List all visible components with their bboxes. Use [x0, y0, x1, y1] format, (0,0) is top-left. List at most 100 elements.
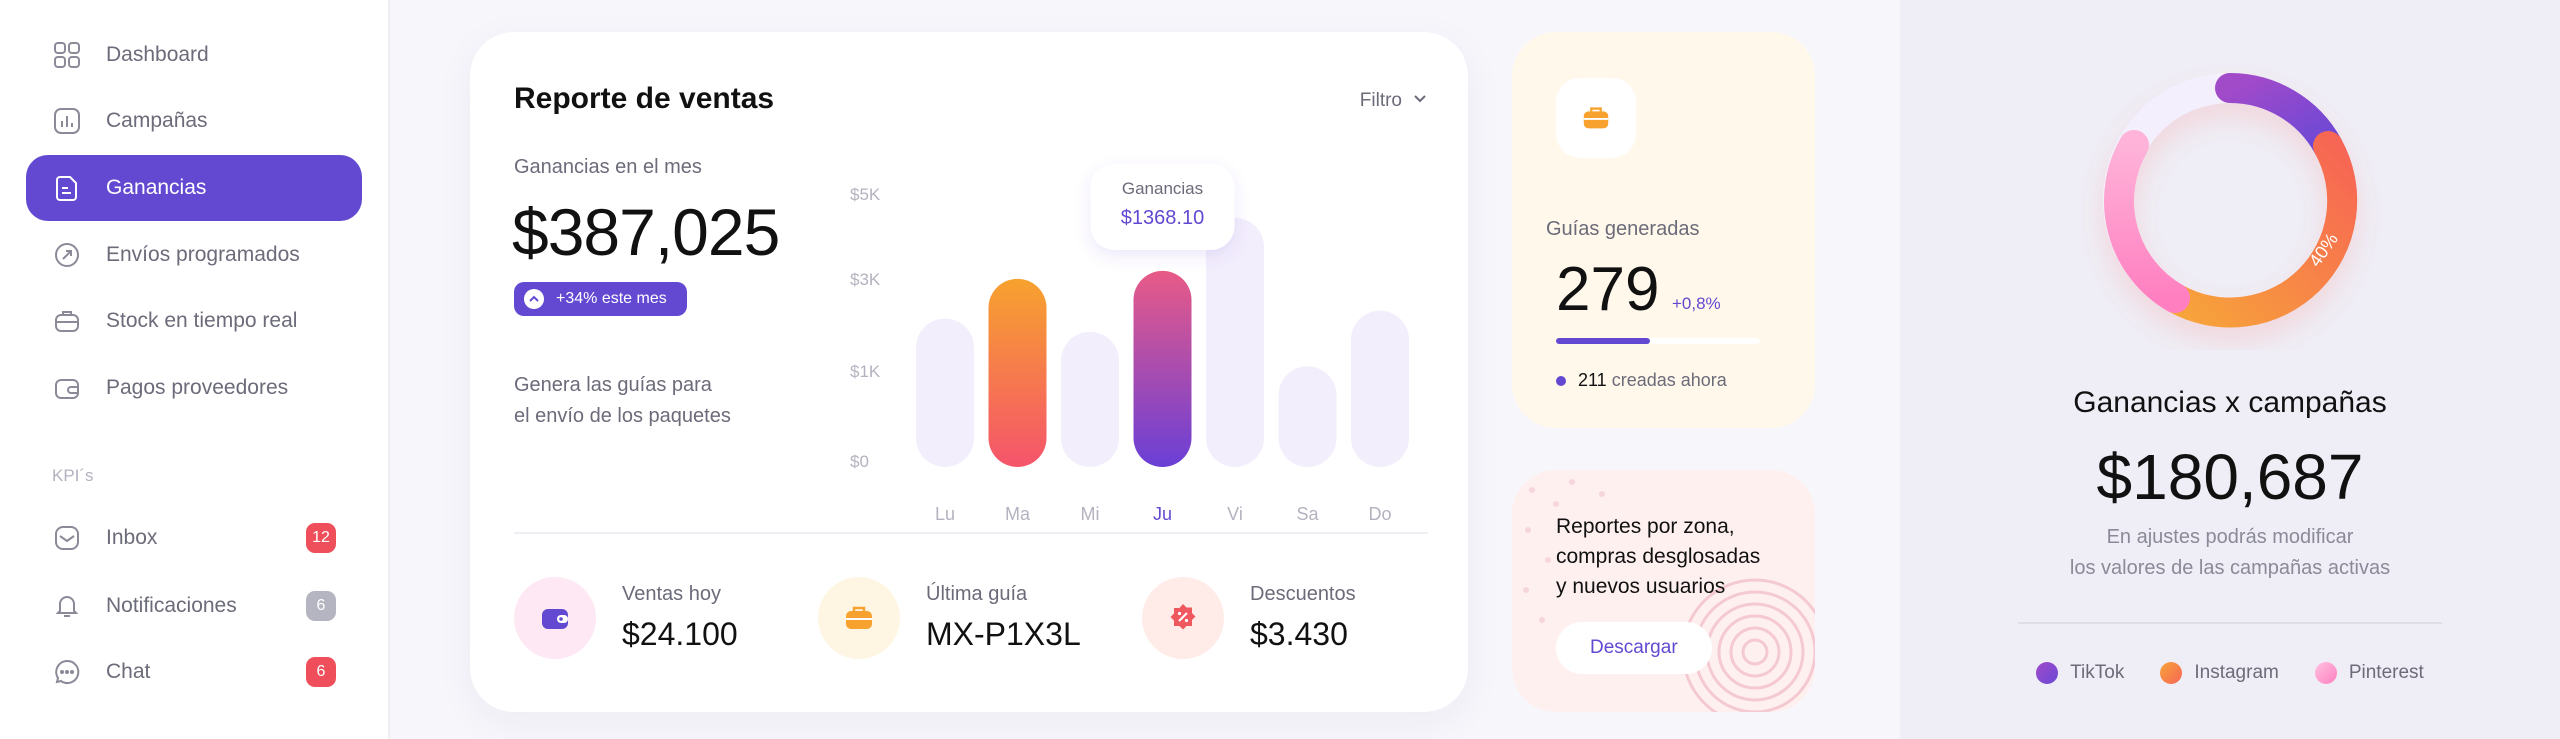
reportes-line: compras desglosadas	[1556, 545, 1761, 568]
inbox-badge: 12	[306, 523, 336, 553]
stat-value: MX-P1X3L	[926, 616, 1081, 652]
bar-vi[interactable]	[1206, 217, 1264, 467]
tooltip-label: Ganancias	[1122, 179, 1203, 198]
campaigns-donut-chart: 40%	[2103, 73, 2358, 328]
legend-item-instagram: Instagram	[2160, 662, 2279, 684]
sidebar-item-notificaciones[interactable]: Notificaciones 6	[26, 573, 362, 639]
sidebar-item-label: Ganancias	[106, 176, 207, 199]
bar-sa[interactable]	[1278, 366, 1337, 467]
sales-report-card: Reporte de ventas Filtro Ganancias en el…	[470, 32, 1468, 712]
legend-swatch	[2160, 662, 2183, 684]
y-tick-label: $1K	[850, 362, 881, 381]
growth-badge: +34% este mes	[514, 282, 687, 316]
download-button[interactable]: Descargar	[1556, 622, 1712, 674]
sales-description: Genera las guías para el envío de los pa…	[514, 370, 774, 432]
bar-do[interactable]	[1351, 310, 1409, 467]
chat-icon	[52, 657, 82, 687]
section-label-kpis: KPI´s	[52, 466, 94, 485]
campaigns-description: En ajustes podrás modificar los valores …	[1900, 522, 2560, 584]
filter-label: Filtro	[1359, 90, 1402, 111]
stat-value: $24.100	[622, 616, 738, 652]
campaigns-legend: TikTok Instagram Pinterest	[1900, 662, 2560, 684]
reportes-card: Reportes por zona, compras desglosadas y…	[1512, 470, 1815, 712]
sidebar-item-label: Stock en tiempo real	[106, 309, 298, 332]
campaigns-description-line: En ajustes podrás modificar	[2106, 526, 2354, 548]
stat-label: Descuentos	[1250, 583, 1356, 605]
guias-created: 211 creadas ahora	[1556, 370, 1727, 391]
x-tick-label: Ma	[1005, 504, 1031, 524]
sidebar-item-ganancias[interactable]: Ganancias	[26, 155, 362, 221]
reportes-text: Reportes por zona, compras desglosadas y…	[1556, 512, 1796, 602]
sidebar: Dashboard Campañas Ganancias Envíos prog…	[0, 0, 390, 739]
legend-item-pinterest: Pinterest	[2314, 662, 2424, 684]
x-tick-label: Vi	[1227, 504, 1243, 524]
campaigns-title: Ganancias x campañas	[2073, 386, 2387, 419]
legend-swatch	[2036, 662, 2059, 684]
sidebar-item-envios[interactable]: Envíos programados	[26, 222, 362, 288]
sidebar-item-label: Envíos programados	[106, 243, 300, 266]
stat-ventas-hoy: Ventas hoy $24.100	[514, 577, 738, 659]
y-tick-label: $5K	[850, 185, 881, 204]
discount-icon	[1142, 577, 1224, 659]
campaigns-panel: 40% Ganancias x campañas $180,687 En aju…	[1900, 0, 2560, 739]
gauge-icon	[52, 240, 82, 270]
sidebar-item-stock[interactable]: Stock en tiempo real	[26, 288, 362, 354]
month-earnings-value: $387,025	[512, 195, 780, 269]
filter-dropdown[interactable]: Filtro	[1360, 90, 1428, 112]
sidebar-item-label: Dashboard	[106, 43, 209, 66]
weekly-earnings-chart: $0 $1K $3K $5K Lu Ma Mi Ju Vi Sa Do Ganancias $1368.…	[850, 164, 1409, 524]
x-tick-label: Sa	[1296, 504, 1319, 524]
bar-ma[interactable]	[988, 278, 1047, 467]
sidebar-item-label: Inbox	[106, 526, 158, 549]
sidebar-item-label: Campañas	[106, 109, 208, 132]
x-tick-label: Mi	[1081, 504, 1100, 524]
sidebar-item-campanas[interactable]: Campañas	[26, 88, 362, 154]
growth-badge-label: +34% este mes	[556, 290, 667, 307]
bar-lu[interactable]	[916, 318, 974, 467]
chart-tooltip: Ganancias $1368.10	[1090, 164, 1235, 250]
sidebar-item-dashboard[interactable]: Dashboard	[26, 22, 362, 88]
box-icon	[52, 306, 82, 336]
sidebar-item-pagos[interactable]: Pagos proveedores	[26, 355, 362, 421]
y-tick-label: $0	[850, 452, 869, 471]
briefcase-icon	[1556, 78, 1636, 158]
stat-ultima-guia: Última guía MX-P1X3L	[818, 577, 1081, 659]
guias-progress-bar	[1556, 338, 1760, 344]
created-count: 211	[1578, 370, 1607, 390]
stat-label: Ventas hoy	[622, 583, 721, 605]
chevron-down-icon	[1412, 90, 1428, 112]
guias-label: Guías generadas	[1546, 218, 1700, 240]
legend-label: TikTok	[2070, 662, 2125, 683]
dashboard-icon	[52, 40, 82, 70]
legend-item-tiktok: TikTok	[2036, 662, 2124, 684]
reportes-line: Reportes por zona,	[1556, 515, 1735, 538]
notificaciones-badge: 6	[306, 591, 336, 621]
bar-mi[interactable]	[1061, 331, 1119, 467]
status-dot	[1556, 375, 1566, 386]
created-label: creadas ahora	[1611, 370, 1727, 390]
sidebar-item-label: Notificaciones	[106, 594, 237, 617]
guias-delta: +0,8%	[1672, 294, 1721, 313]
bar-ju[interactable]	[1133, 270, 1192, 467]
divider	[2018, 622, 2442, 624]
campaigns-description-line: los valores de las campañas activas	[2069, 557, 2391, 579]
bar-chart-icon	[52, 106, 82, 136]
inbox-icon	[52, 523, 82, 553]
arrow-up-icon	[524, 289, 544, 309]
briefcase-icon	[818, 577, 900, 659]
y-tick-label: $3K	[850, 270, 881, 289]
sidebar-item-chat[interactable]: Chat 6	[26, 639, 362, 705]
x-tick-label: Lu	[935, 504, 955, 524]
wallet-icon	[514, 577, 596, 659]
bell-icon	[52, 591, 82, 621]
legend-label: Pinterest	[2348, 662, 2424, 683]
guias-value: 279	[1556, 255, 1660, 324]
sales-report-title: Reporte de ventas	[514, 82, 775, 115]
divider	[514, 532, 1428, 534]
sidebar-item-inbox[interactable]: Inbox 12	[26, 505, 362, 571]
legend-swatch	[2314, 662, 2337, 684]
sales-description-line: el envío de los paquetes	[514, 405, 731, 427]
legend-label: Instagram	[2194, 662, 2279, 683]
wallet-icon	[52, 373, 82, 403]
month-earnings-label: Ganancias en el mes	[514, 156, 702, 178]
